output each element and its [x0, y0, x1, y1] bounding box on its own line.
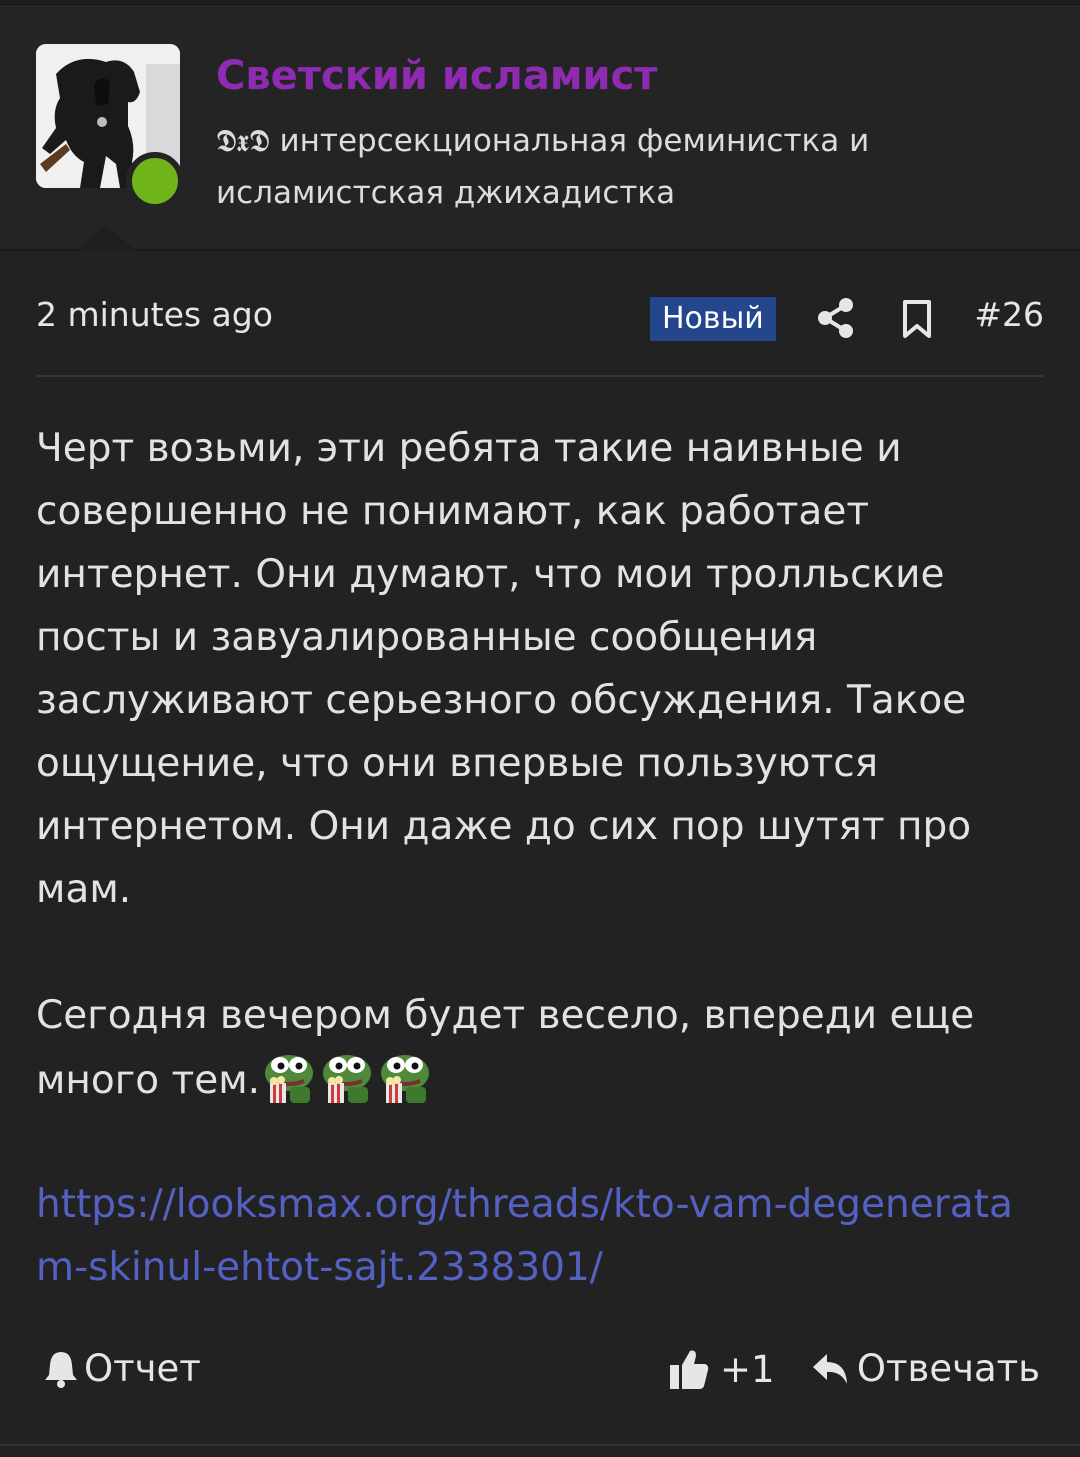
bell-icon [44, 1349, 78, 1389]
divider [0, 1444, 1080, 1446]
pepe-popcorn-icon [376, 1047, 434, 1105]
new-badge: Новый [650, 297, 776, 341]
thumbs-up-icon [668, 1347, 710, 1391]
report-button[interactable]: Отчет [44, 1347, 201, 1390]
pepe-popcorn-icon [260, 1047, 318, 1105]
share-icon[interactable] [816, 297, 856, 339]
post-meta-row: 2 minutes ago Новый #26 [36, 275, 1044, 377]
pepe-popcorn-icon [318, 1047, 376, 1105]
post-paragraph: Сегодня вечером будет весело, впереди ещ… [36, 984, 1046, 1112]
bookmark-icon[interactable] [902, 299, 932, 339]
header-pointer [76, 225, 136, 251]
online-status-indicator [126, 152, 184, 210]
post-paragraph: Черт возьми, эти ребята такие наивные и … [36, 426, 972, 912]
post-paragraph-text: Сегодня вечером будет весело, впереди ещ… [36, 993, 975, 1103]
post-number-link[interactable]: #26 [974, 295, 1044, 334]
report-label: Отчет [84, 1347, 201, 1390]
post-timestamp[interactable]: 2 minutes ago [36, 295, 273, 334]
thread-link[interactable]: https://looksmax.org/threads/kto-vam-deg… [36, 1173, 1036, 1299]
like-button[interactable]: +1 [668, 1347, 775, 1391]
username[interactable]: Светский исламист [216, 53, 657, 99]
avatar[interactable] [36, 44, 184, 210]
reply-label: Отвечать [856, 1347, 1040, 1390]
like-count: +1 [720, 1347, 775, 1391]
post-card: Светский исламист 𝕯𝖝𝕯 интерсекциональная… [0, 6, 1080, 1457]
user-title: 𝕯𝖝𝕯 интерсекциональная феминистка и исла… [216, 123, 870, 211]
post-header: Светский исламист 𝕯𝖝𝕯 интерсекциональная… [0, 7, 1080, 251]
reply-arrow-icon [811, 1352, 849, 1386]
post-body: Черт возьми, эти ребята такие наивные и … [36, 417, 1046, 1112]
reply-button[interactable]: Отвечать [811, 1347, 1040, 1390]
post-footer: Отчет +1 Отвечать [36, 1347, 1044, 1407]
